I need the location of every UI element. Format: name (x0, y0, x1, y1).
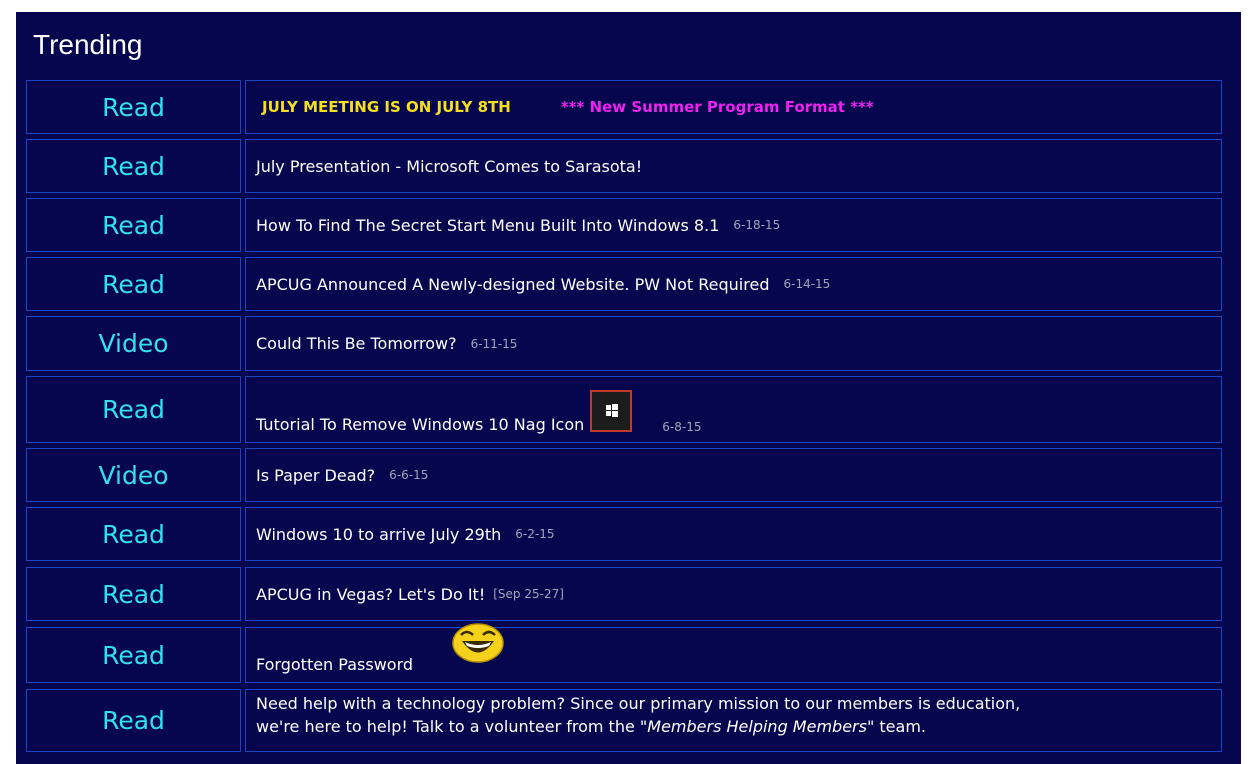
trending-row: Read APCUG Announced A Newly-designed We… (26, 257, 1222, 311)
headline-link[interactable]: Is Paper Dead? (256, 466, 375, 485)
headline-cell: Need help with a technology problem? Sin… (245, 689, 1222, 752)
headline-link[interactable]: APCUG in Vegas? Let's Do It! (256, 585, 485, 604)
headline-cell: Is Paper Dead? 6-6-15 (245, 448, 1222, 502)
headline-link[interactable]: July Presentation - Microsoft Comes to S… (256, 157, 642, 176)
trending-panel: Trending Read JULY MEETING IS ON JULY 8T… (16, 12, 1241, 764)
headline-cell: Windows 10 to arrive July 29th 6-2-15 (245, 507, 1222, 561)
action-cell: Read (26, 139, 241, 193)
trending-row: Read July Presentation - Microsoft Comes… (26, 139, 1222, 193)
trending-row: Read Need help with a technology problem… (26, 689, 1222, 764)
members-helping-members-link[interactable]: "Members Helping Members" (640, 717, 874, 736)
headline-link[interactable]: APCUG Announced A Newly-designed Website… (256, 275, 769, 294)
trending-row: Read JULY MEETING IS ON JULY 8TH *** New… (26, 80, 1222, 134)
read-link[interactable]: Read (102, 211, 165, 240)
trending-heading: Trending (33, 29, 143, 60)
read-link[interactable]: Read (102, 395, 165, 424)
headline-link[interactable]: Windows 10 to arrive July 29th (256, 525, 501, 544)
read-link[interactable]: Read (102, 520, 165, 549)
laughing-smiley-icon (452, 623, 504, 663)
action-cell: Read (26, 198, 241, 252)
meeting-notice-link[interactable]: JULY MEETING IS ON JULY 8TH (262, 98, 511, 116)
read-link[interactable]: Read (102, 580, 165, 609)
read-link[interactable]: Read (102, 706, 165, 735)
headline-cell: How To Find The Secret Start Menu Built … (245, 198, 1222, 252)
action-cell: Read (26, 376, 241, 443)
date-label: 6-6-15 (389, 468, 429, 482)
headline-link[interactable]: Tutorial To Remove Windows 10 Nag Icon (256, 415, 584, 434)
date-label: [Sep 25-27] (493, 587, 564, 601)
date-label: 6-18-15 (733, 218, 781, 232)
headline-cell: July Presentation - Microsoft Comes to S… (245, 139, 1222, 193)
action-cell: Read (26, 80, 241, 134)
video-link[interactable]: Video (98, 329, 168, 358)
help-text[interactable]: Need help with a technology problem? Sin… (256, 690, 1020, 738)
action-cell: Read (26, 689, 241, 752)
headline-cell: APCUG in Vegas? Let's Do It! [Sep 25-27] (245, 567, 1222, 621)
action-cell: Read (26, 627, 241, 683)
headline-cell: JULY MEETING IS ON JULY 8TH *** New Summ… (245, 80, 1222, 134)
action-cell: Video (26, 316, 241, 371)
headline-cell: APCUG Announced A Newly-designed Website… (245, 257, 1222, 311)
trending-row: Read Tutorial To Remove Windows 10 Nag I… (26, 376, 1222, 443)
help-line-2: we're here to help! Talk to a volunteer … (256, 717, 926, 736)
action-cell: Video (26, 448, 241, 502)
trending-row: Video Could This Be Tomorrow? 6-11-15 (26, 316, 1222, 371)
date-label: 6-2-15 (515, 527, 555, 541)
date-label: 6-11-15 (470, 336, 518, 351)
program-format-link[interactable]: *** New Summer Program Format *** (561, 98, 874, 116)
date-label: 6-8-15 (662, 420, 702, 434)
help-line-1: Need help with a technology problem? Sin… (256, 694, 1021, 713)
read-link[interactable]: Read (102, 641, 165, 670)
read-link[interactable]: Read (102, 93, 165, 122)
action-cell: Read (26, 257, 241, 311)
date-label: 6-14-15 (783, 277, 831, 291)
headline-cell: Could This Be Tomorrow? 6-11-15 (245, 316, 1222, 371)
headline-cell: Forgotten Password (245, 623, 1222, 683)
video-link[interactable]: Video (98, 461, 168, 490)
action-cell: Read (26, 507, 241, 561)
headline-link[interactable]: Could This Be Tomorrow? (256, 334, 457, 353)
trending-row: Read Windows 10 to arrive July 29th 6-2-… (26, 507, 1222, 561)
headline-cell: Tutorial To Remove Windows 10 Nag Icon 6… (245, 376, 1222, 443)
trending-row: Read How To Find The Secret Start Menu B… (26, 198, 1222, 252)
read-link[interactable]: Read (102, 152, 165, 181)
headline-link[interactable]: How To Find The Secret Start Menu Built … (256, 216, 719, 235)
windows-logo-icon[interactable] (590, 390, 633, 432)
trending-row: Read APCUG in Vegas? Let's Do It! [Sep 2… (26, 567, 1222, 621)
trending-row: Read Forgotten Password (26, 623, 1222, 683)
trending-row: Video Is Paper Dead? 6-6-15 (26, 448, 1222, 502)
headline-link[interactable]: Forgotten Password (256, 655, 413, 674)
read-link[interactable]: Read (102, 270, 165, 299)
action-cell: Read (26, 567, 241, 621)
